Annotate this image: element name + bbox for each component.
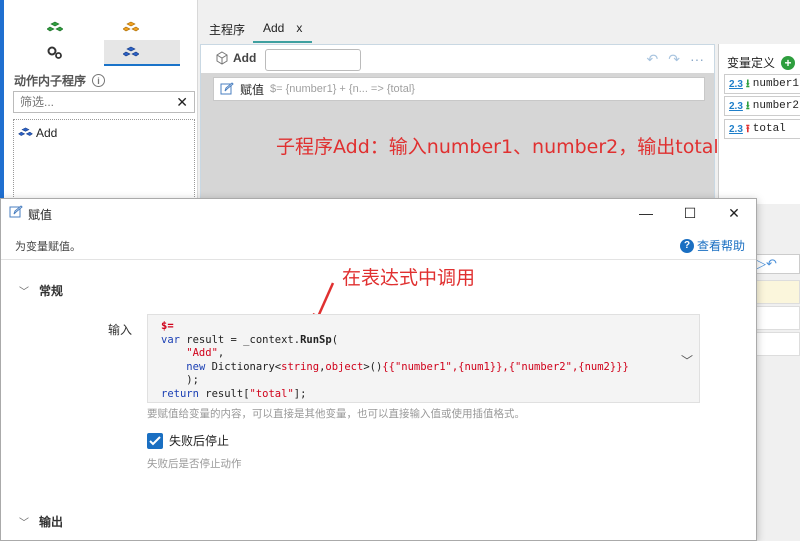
variables-title-label: 变量定义 xyxy=(727,56,776,70)
help-icon: ? xyxy=(680,238,694,253)
more-icon[interactable]: ··· xyxy=(690,51,704,68)
code-line: ); xyxy=(161,374,199,386)
assign-label: 赋值 xyxy=(240,82,265,97)
assign-expression: $= {number1} + {n... => {total} xyxy=(270,83,415,95)
components-blue-icon[interactable] xyxy=(86,43,176,63)
background-panel-strip: ▷↶ xyxy=(756,230,800,370)
chevron-down-icon[interactable]: ﹀ xyxy=(681,352,693,369)
components-orange-icon[interactable] xyxy=(86,18,176,38)
edit-icon xyxy=(220,82,234,95)
procedure-name-label: Add xyxy=(233,51,257,65)
stop-on-failure-checkbox[interactable]: 失败后停止 xyxy=(147,432,229,449)
list-item[interactable]: Add xyxy=(18,126,57,140)
number-type-icon: 2.3 xyxy=(729,100,743,112)
filter-field[interactable]: ✕ xyxy=(13,91,195,113)
help-link[interactable]: ? 查看帮助 xyxy=(680,237,745,254)
divider xyxy=(1,259,756,260)
input-arrow-icon: ⭳ xyxy=(745,78,750,91)
input-arrow-icon: ⭳ xyxy=(745,100,750,113)
code-line: "Add", xyxy=(161,347,225,359)
chevron-down-icon: ﹀ xyxy=(19,287,29,298)
tab-add[interactable]: Add x xyxy=(253,21,313,43)
number-type-icon: 2.3 xyxy=(729,78,743,90)
code-line: var result = _context.RunSp( xyxy=(161,333,339,346)
section-output-label: 输出 xyxy=(39,515,64,529)
variable-row[interactable]: 2.3 ⭳ number2 xyxy=(724,96,800,116)
variable-name: total xyxy=(752,123,786,135)
background-row xyxy=(756,332,800,356)
section-title-label: 动作内子程序 xyxy=(14,74,87,88)
play-icon: ▷↶ xyxy=(756,256,777,271)
dialog-title: 赋值 xyxy=(28,208,53,222)
help-link-label: 查看帮助 xyxy=(697,239,746,253)
editor-canvas[interactable]: Add ↶ ↷ ··· 赋值 $= {number1} + {n... => {… xyxy=(200,44,715,204)
assign-action-row[interactable]: 赋值 $= {number1} + {n... => {total} xyxy=(213,77,705,101)
chevron-down-icon: ﹀ xyxy=(19,518,29,529)
editor-toolbar: Add ↶ ↷ ··· xyxy=(201,45,714,73)
redo-icon[interactable]: ↷ xyxy=(668,51,680,68)
tab-main-program[interactable]: 主程序 xyxy=(209,21,245,38)
section-general[interactable]: ﹀ 常规 xyxy=(19,282,63,299)
input-label: 输入 xyxy=(108,323,133,337)
variables-panel: 变量定义 + 2.3 ⭳ number1 2.3 ⭳ number2 2.3 ⭱… xyxy=(718,44,800,204)
procedure-name-input[interactable] xyxy=(265,49,361,71)
clear-icon[interactable]: ✕ xyxy=(176,94,188,111)
editor-tabs: 主程序 Add x xyxy=(198,16,800,44)
input-hint: 要赋值给变量的内容，可以直接是其他变量，也可以直接输入值或使用插值格式。 xyxy=(147,408,525,420)
stop-on-failure-hint: 失败后是否停止动作 xyxy=(147,458,242,470)
annotation-call-in-expression: 在表达式中调用 xyxy=(342,267,476,289)
code-line: new Dictionary<string,object>(){{"number… xyxy=(186,360,629,373)
close-button[interactable]: ✕ xyxy=(714,203,754,223)
toolbar-icons: ↶ ↷ ··· xyxy=(647,51,704,68)
variables-title: 变量定义 + xyxy=(727,54,796,71)
edit-icon xyxy=(9,205,23,218)
undo-icon[interactable]: ↶ xyxy=(647,51,659,68)
section-general-label: 常规 xyxy=(39,284,64,298)
checkbox-checked-icon[interactable] xyxy=(147,432,163,449)
variable-name: number2 xyxy=(752,100,799,112)
expression-editor[interactable]: $= var result = _context.RunSp( "Add", n… xyxy=(147,314,700,403)
minimize-button[interactable]: — xyxy=(626,203,666,223)
stop-on-failure-label: 失败后停止 xyxy=(169,434,230,448)
expression-code[interactable]: $= var result = _context.RunSp( "Add", n… xyxy=(161,320,629,401)
annotation-subprogram: 子程序Add：输入number1、number2，输出total xyxy=(276,136,719,158)
variable-name: number1 xyxy=(752,78,799,90)
tab-add-label: Add xyxy=(263,21,285,35)
components-blue-icon xyxy=(18,127,33,136)
info-icon[interactable]: i xyxy=(92,74,106,87)
assign-dialog: 赋值 — ☐ ✕ 为变量赋值。 ? 查看帮助 ﹀ 常规 在表达式中调用 输入 $… xyxy=(0,198,757,541)
number-type-icon: 2.3 xyxy=(729,123,743,135)
code-line: $= xyxy=(161,320,174,332)
procedure-name: Add xyxy=(215,51,256,65)
list-item-label: Add xyxy=(36,126,58,140)
output-arrow-icon: ⭱ xyxy=(745,123,750,136)
close-icon[interactable]: x xyxy=(296,21,302,41)
section-title: 动作内子程序 i xyxy=(14,72,106,89)
left-panel: 动作内子程序 i ✕ Add xyxy=(0,0,198,200)
window-accent-bar xyxy=(0,0,4,200)
background-row xyxy=(756,280,800,304)
dialog-subtitle: 为变量赋值。 xyxy=(15,241,81,253)
variable-row[interactable]: 2.3 ⭳ number1 xyxy=(724,74,800,94)
subprogram-list: Add xyxy=(13,119,195,199)
variable-row[interactable]: 2.3 ⭱ total xyxy=(724,119,800,139)
cube-icon xyxy=(216,51,228,65)
background-row xyxy=(756,306,800,330)
add-variable-icon[interactable]: + xyxy=(781,55,796,70)
code-line: return result["total"]; xyxy=(161,387,307,400)
maximize-button[interactable]: ☐ xyxy=(670,203,710,223)
filter-input[interactable] xyxy=(20,95,177,109)
section-output[interactable]: ﹀ 输出 xyxy=(19,513,63,530)
